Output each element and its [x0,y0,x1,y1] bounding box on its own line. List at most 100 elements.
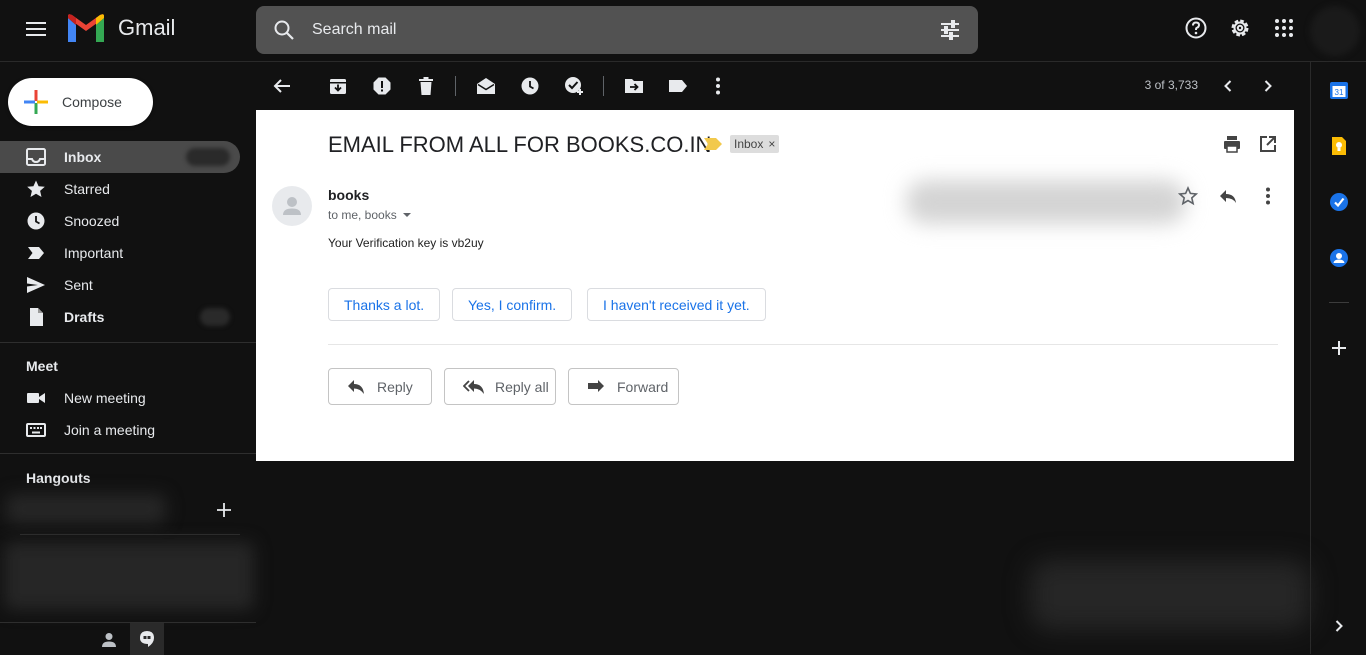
content-divider [328,344,1278,345]
email-date-blurred [906,180,1186,224]
forward-label: Forward [617,378,669,395]
keep-notes-icon[interactable] [1329,136,1349,156]
sidebar-item-snoozed[interactable]: Snoozed [0,205,240,237]
email-body: Your Verification key is vb2uy [328,236,484,250]
add-to-tasks-icon[interactable] [564,76,584,96]
divider [20,534,240,535]
sidebar-item-label: Sent [64,277,93,293]
apps-grid-icon[interactable] [1272,16,1296,40]
snooze-clock-icon[interactable] [520,76,540,96]
sidebar-item-important[interactable]: Important [0,237,240,269]
sidebar-item-label: Join a meeting [64,422,156,438]
calendar-icon[interactable]: 31 [1329,80,1349,100]
hangouts-user-blurred [6,494,166,524]
sidebar-item-inbox[interactable]: Inbox [0,141,240,173]
label-tag-icon[interactable] [668,76,688,96]
sidebar-item-label: Snoozed [64,213,120,229]
sidebar-item-starred[interactable]: Starred [0,173,240,205]
reply-icon [348,379,364,394]
send-icon [27,277,45,293]
message-toolbar: 3 of 3,733 [256,62,1294,110]
add-addon-plus-icon[interactable] [1329,338,1349,358]
draft-count [200,308,230,326]
search-input[interactable] [312,18,912,42]
hangouts-footer [0,622,256,655]
smart-reply-button[interactable]: I haven't received it yet. [587,288,766,321]
reply-button[interactable]: Reply [328,368,432,405]
keyboard-icon [26,423,46,437]
main-menu-button[interactable] [20,18,52,44]
recipients-details[interactable]: to me, books [328,208,411,222]
sidebar-item-sent[interactable]: Sent [0,269,240,301]
account-avatar[interactable] [1310,6,1360,56]
hangouts-section-title: Hangouts [26,470,91,486]
star-icon [27,180,45,197]
divider [0,342,256,343]
tasks-icon[interactable] [1329,192,1349,212]
sidebar-item-label: Starred [64,181,110,197]
importance-marker-icon[interactable] [704,138,722,150]
important-icon [28,247,44,259]
sidebar-item-label: Drafts [64,309,105,325]
divider [0,453,256,454]
svg-text:31: 31 [1335,88,1344,97]
message-more-options-icon[interactable] [1258,186,1278,206]
reply-arrow-icon[interactable] [1218,186,1238,206]
pagination-count: 3 of 3,733 [1144,78,1198,92]
sidebar-item-label: Important [64,245,124,261]
sender-avatar[interactable] [272,186,312,226]
inbox-label-chip: Inbox × [730,135,780,153]
smart-reply-button[interactable]: Thanks a lot. [328,288,441,321]
email-view: EMAIL FROM ALL FOR BOOKS.CO.IN Inbox × b… [256,110,1294,461]
open-new-window-icon[interactable] [1258,134,1278,154]
gmail-logo[interactable]: Gmail [68,14,175,42]
default-avatar-icon [283,197,301,215]
top-bar: Gmail [0,0,1366,62]
draft-icon [30,308,43,326]
print-icon[interactable] [1222,134,1242,154]
search-options-icon[interactable] [938,18,962,42]
forward-icon [588,379,604,392]
search-icon[interactable] [272,18,296,42]
gmail-logo-icon [68,14,104,42]
email-subject: EMAIL FROM ALL FOR BOOKS.CO.IN [328,132,712,157]
expand-panel-chevron-icon[interactable] [1329,616,1349,636]
sidebar-item-drafts[interactable]: Drafts [0,301,240,333]
reply-all-button[interactable]: Reply all [444,368,556,405]
hangouts-tab[interactable] [130,623,164,655]
settings-gear-icon[interactable] [1228,16,1252,40]
smart-reply-button[interactable]: Yes, I confirm. [452,288,573,321]
back-arrow-icon[interactable] [272,76,292,96]
activity-info-blurred [1030,560,1310,630]
unread-count [186,148,230,166]
sidebar-item-new-meeting[interactable]: New meeting [0,382,240,414]
meet-section-title: Meet [26,358,58,374]
clock-icon [27,212,45,230]
more-options-icon[interactable] [708,76,728,96]
search-bar[interactable] [256,6,978,54]
forward-button[interactable]: Forward [568,368,679,405]
report-spam-icon[interactable] [372,76,392,96]
older-chevron-right-icon[interactable] [1258,76,1278,96]
star-outline-icon[interactable] [1178,186,1198,206]
mark-unread-icon[interactable] [476,76,496,96]
compose-button[interactable]: Compose [8,78,153,126]
archive-icon[interactable] [328,76,348,96]
newer-chevron-left-icon[interactable] [1218,76,1238,96]
sidebar-item-label: Inbox [64,149,102,165]
side-panel: 31 [1310,62,1366,654]
sidebar-item-join-meeting[interactable]: Join a meeting [0,414,240,446]
move-to-folder-icon[interactable] [624,76,644,96]
toolbar-separator [603,76,604,96]
contacts-icon[interactable] [1329,248,1349,268]
video-icon [27,393,45,403]
recipients-text: to me, books [328,208,397,222]
toolbar-separator [455,76,456,96]
compose-label: Compose [62,94,122,110]
person-icon[interactable] [100,631,118,649]
sender-name[interactable]: books [328,187,369,203]
help-icon[interactable] [1184,16,1208,40]
add-contact-plus-icon[interactable] [216,502,232,518]
remove-label-button[interactable]: × [768,137,775,151]
delete-trash-icon[interactable] [416,76,436,96]
